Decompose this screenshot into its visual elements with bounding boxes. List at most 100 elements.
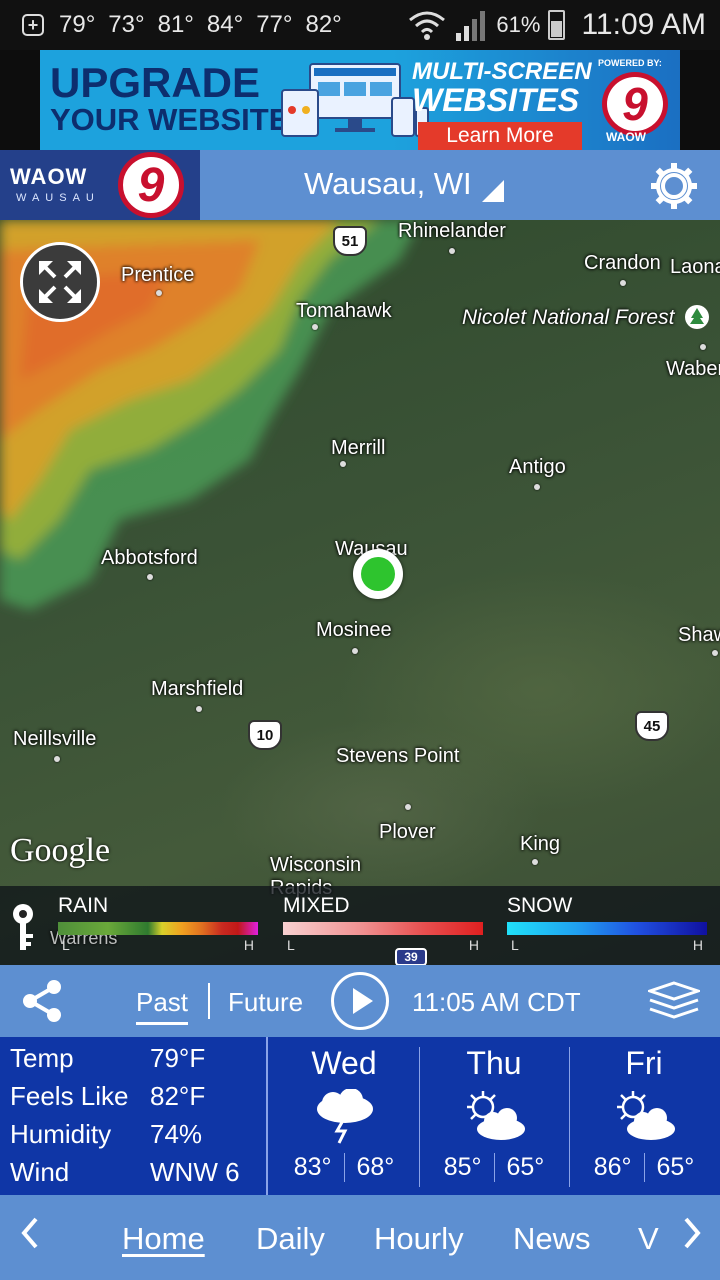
map-label-tomahawk: Tomahawk [296, 300, 392, 322]
partly-sunny-icon [617, 1091, 675, 1140]
city-dot [196, 706, 202, 712]
status-bar: + 79° 73° 81° 84° 77° 82° 61% 11:09 AM [0, 0, 720, 50]
legend-mixed-low: L [287, 937, 295, 953]
legend-rain-high: H [243, 937, 254, 953]
tab-divider [208, 983, 210, 1019]
ad-logo-text: WAOW [606, 130, 646, 144]
map-label-merrill: Merrill [331, 437, 386, 459]
station-logo[interactable]: WAOW WAUSAU 9 [0, 150, 200, 220]
ad-subheadline: YOUR WEBSITE [50, 102, 290, 137]
clock: 11:09 AM [581, 8, 706, 41]
forecast-day-thu[interactable]: Thu 85° 65° [419, 1037, 569, 1195]
status-temp: 84° [206, 11, 244, 38]
ad-banner[interactable]: UPGRADE YOUR WEBSITE MULTI-SCREEN WEBSIT… [40, 50, 680, 150]
chevron-right-icon[interactable] [676, 1213, 706, 1253]
city-dot [700, 344, 706, 350]
forecast-low: 68° [356, 1153, 395, 1181]
fullscreen-button[interactable] [20, 242, 100, 322]
status-temps: 79° 73° 81° 84° 77° 82° [59, 11, 342, 39]
us-highway-51-shield: 51 [333, 226, 367, 256]
status-temp: 73° [108, 11, 145, 38]
chevron-left-icon[interactable] [16, 1213, 46, 1253]
wifi-icon [409, 11, 446, 40]
expand-icon [39, 261, 81, 303]
city-dot [712, 650, 718, 656]
legend-snow-scale [507, 922, 707, 935]
humidity-label: Humidity [10, 1119, 112, 1149]
legend-snow-title: SNOW [507, 894, 573, 917]
play-button[interactable] [331, 972, 389, 1030]
legend-mixed-title: MIXED [283, 894, 350, 917]
ad-logo: 9 [602, 72, 668, 136]
city-dot [352, 648, 358, 654]
tab-future[interactable]: Future [228, 987, 303, 1018]
forecast-day-name: Fri [625, 1045, 663, 1081]
nav-daily[interactable]: Daily [256, 1221, 325, 1257]
ad-websites: WEBSITES [412, 82, 580, 118]
forecast-low: 65° [506, 1153, 545, 1181]
devices-illustration-icon [281, 63, 429, 137]
legend-snow-high: H [692, 937, 703, 953]
city-dot [449, 248, 455, 254]
gear-icon[interactable] [648, 160, 700, 212]
tab-past[interactable]: Past [136, 987, 189, 1025]
radar-map[interactable]: 51 Rhinelander Crandon Laona Prentice To… [0, 220, 720, 965]
location-selector[interactable]: Wausau, WI [304, 166, 504, 202]
forecast-day-name: Wed [311, 1045, 377, 1081]
ad-learn-more-button[interactable]: Learn More [418, 122, 582, 150]
forecast-high: 85° [444, 1153, 495, 1182]
forecast-low: 65° [656, 1153, 695, 1181]
map-label-neillsville: Neillsville [13, 728, 97, 750]
weather-panel[interactable]: Temp 79°F Feels Like 82°F Humidity 74% W… [0, 1037, 720, 1195]
legend-rain-scale [58, 922, 258, 935]
map-label-marshfield: Marshfield [151, 678, 244, 700]
map-label-plover: Plover [379, 821, 436, 843]
park-tree-icon [685, 305, 709, 329]
brand-name: WAOW [10, 164, 88, 189]
nav-video[interactable]: V [638, 1221, 659, 1257]
city-dot [534, 484, 540, 490]
bottom-nav: Home Daily Hourly News V [0, 1195, 720, 1280]
map-label-waber: Waber [666, 358, 720, 380]
feels-like-value: 82°F [150, 1081, 206, 1111]
location-name: Wausau, WI [304, 166, 472, 201]
dropdown-triangle-icon [481, 180, 504, 202]
legend-snow: SNOW L H [507, 894, 720, 953]
nav-hourly[interactable]: Hourly [374, 1221, 464, 1257]
share-icon[interactable] [18, 977, 66, 1025]
forecast-day-fri[interactable]: Fri 86° 65° [569, 1037, 719, 1195]
city-dot [54, 756, 60, 762]
temp-value: 79°F [150, 1043, 206, 1073]
nav-news[interactable]: News [513, 1221, 591, 1257]
map-label-stevens-point: Stevens Point [336, 745, 460, 767]
map-label-antigo: Antigo [509, 456, 566, 478]
us-highway-45-shield: 45 [635, 711, 669, 741]
ad-powered-by: POWERED BY: [598, 58, 662, 68]
current-conditions[interactable]: Temp 79°F Feels Like 82°F Humidity 74% W… [0, 1037, 268, 1195]
radar-timestamp: 11:05 AM CDT [412, 987, 581, 1017]
layers-icon[interactable] [648, 981, 700, 1021]
signal-icon [456, 11, 486, 41]
battery-icon [548, 10, 566, 40]
city-dot [312, 324, 318, 330]
wind-label: Wind [10, 1157, 70, 1187]
ad-multi-screen: MULTI-SCREEN [412, 58, 592, 85]
forecast-day-wed[interactable]: Wed 83° 68° [269, 1037, 419, 1195]
legend-rain-title: RAIN [58, 894, 109, 917]
key-icon[interactable] [8, 902, 38, 952]
radar-legend: Warrens 39 RAIN L H MIXED L H SNOW L H [0, 886, 720, 965]
city-dot [532, 859, 538, 865]
thunderstorm-icon [317, 1089, 373, 1144]
brand-number: 9 [118, 152, 184, 218]
city-dot [147, 574, 153, 580]
nav-home[interactable]: Home [122, 1221, 205, 1257]
current-location-marker[interactable] [353, 549, 403, 599]
legend-mixed: MIXED L H [283, 894, 513, 953]
map-label-nicolet-forest: Nicolet National Forest [462, 306, 675, 329]
legend-snow-low: L [511, 937, 519, 953]
us-highway-10-shield: 10 [248, 720, 282, 750]
wind-value: WNW 6 [150, 1157, 240, 1187]
map-label-crandon: Crandon [584, 252, 661, 274]
map-label-mosinee: Mosinee [316, 619, 392, 641]
map-label-abbotsford: Abbotsford [101, 547, 198, 569]
